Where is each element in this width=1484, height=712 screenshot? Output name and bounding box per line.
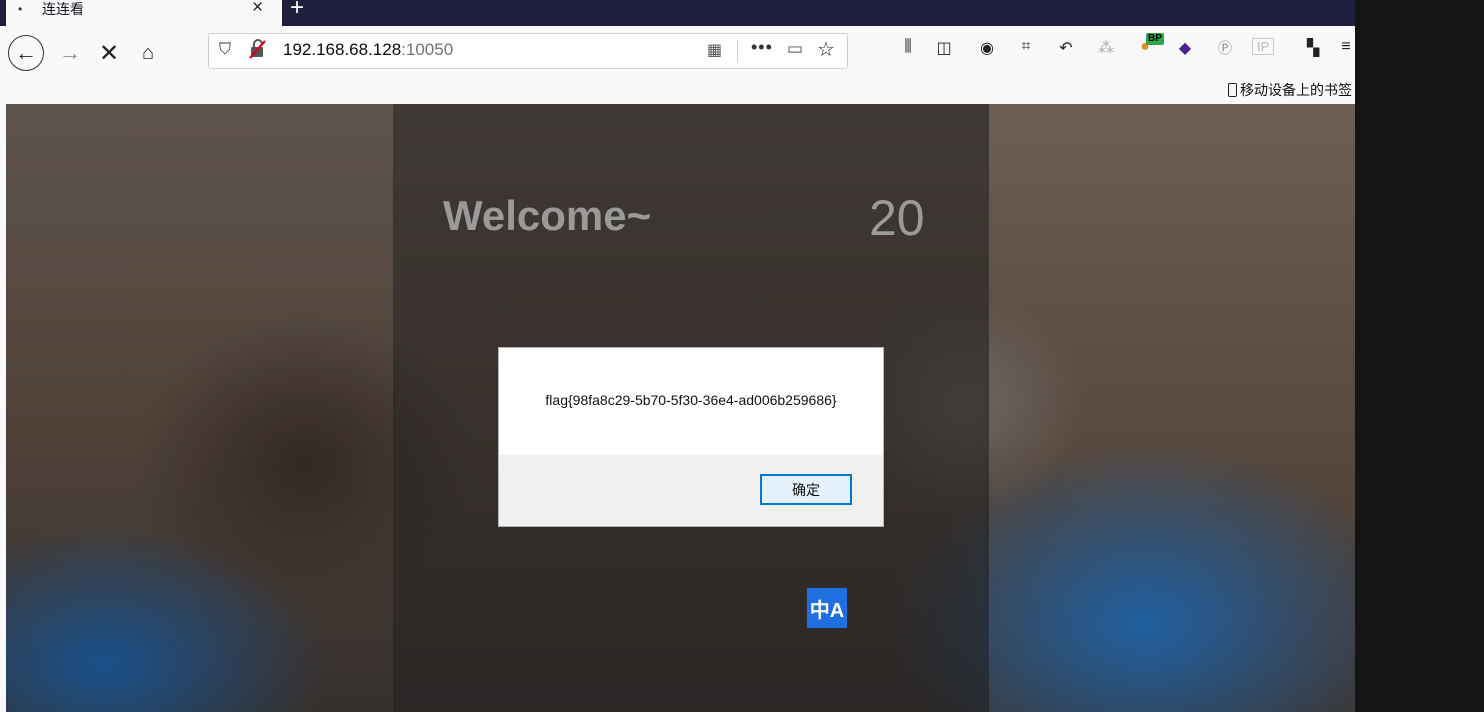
url-port: :10050	[401, 40, 454, 59]
tracking-shield-icon[interactable]: ⛉	[219, 41, 231, 59]
page-actions-icon[interactable]: •••	[751, 37, 773, 58]
qr-code-icon[interactable]: ▦	[707, 40, 722, 60]
ip-icon[interactable]: IP	[1252, 38, 1274, 55]
browser-window: • 连连看 × + ← → ✕ ⌂ ⛉ 192.168.68.128:10050…	[0, 0, 1355, 712]
undo-icon[interactable]: ↶	[1053, 38, 1079, 58]
desktop-background	[1355, 0, 1484, 712]
background-image	[6, 104, 393, 712]
mobile-device-icon	[1228, 83, 1237, 97]
account-icon[interactable]: ◉	[974, 38, 1000, 58]
url-bar[interactable]: ⛉ 192.168.68.128:10050 ▦ ••• ▭ ☆	[208, 33, 848, 69]
screenshot-icon[interactable]: ⌗	[1013, 38, 1039, 56]
countdown-number: 20	[869, 190, 925, 246]
tab-current[interactable]: • 连连看 ×	[6, 0, 282, 26]
tab-close-icon[interactable]: ×	[252, 0, 263, 19]
bp-badge: BP	[1146, 33, 1164, 45]
url-host: 192.168.68.128	[283, 40, 402, 59]
url-separator	[737, 40, 738, 62]
alert-message: flag{98fa8c29-5b70-5f30-36e4-ad006b25968…	[545, 392, 837, 408]
stop-button[interactable]: ✕	[95, 35, 123, 71]
loading-dot-icon: •	[18, 2, 23, 16]
nav-bar: ← → ✕ ⌂ ⛉ 192.168.68.128:10050 ▦ ••• ▭ ☆…	[0, 26, 1355, 78]
insecure-lock-icon[interactable]	[249, 39, 267, 64]
url-text[interactable]: 192.168.68.128:10050	[283, 40, 453, 60]
bookmark-star-icon[interactable]: ☆	[817, 37, 835, 62]
welcome-heading: Welcome~	[443, 192, 652, 239]
menu-icon[interactable]: ≡	[1338, 38, 1354, 56]
gift-icon[interactable]: ▚	[1300, 38, 1326, 58]
mobile-bookmarks[interactable]: 移动设备上的书签	[1228, 80, 1352, 100]
mobile-bookmarks-label: 移动设备上的书签	[1240, 83, 1352, 99]
extension-gray-icon[interactable]: ⁂	[1093, 38, 1119, 58]
save-to-pocket-icon[interactable]: ▭	[787, 39, 803, 59]
purple-diamond-icon[interactable]: ◆	[1172, 38, 1198, 58]
translate-icon[interactable]: 中A	[807, 588, 847, 628]
forward-button[interactable]: →	[56, 35, 84, 71]
tab-title: 连连看	[42, 2, 84, 18]
sidebar-icon[interactable]: ◫	[931, 38, 957, 58]
home-button[interactable]: ⌂	[134, 35, 162, 71]
tab-strip: • 连连看 × +	[0, 0, 1355, 26]
ok-button[interactable]: 确定	[760, 474, 852, 505]
alert-body: flag{98fa8c29-5b70-5f30-36e4-ad006b25968…	[499, 348, 883, 455]
alert-dialog: flag{98fa8c29-5b70-5f30-36e4-ad006b25968…	[498, 347, 884, 527]
library-icon[interactable]: ⫼	[895, 38, 921, 56]
new-tab-icon[interactable]: +	[290, 0, 304, 22]
back-button[interactable]: ←	[8, 35, 44, 71]
ip-search-icon[interactable]: Ⓟ	[1212, 38, 1238, 58]
